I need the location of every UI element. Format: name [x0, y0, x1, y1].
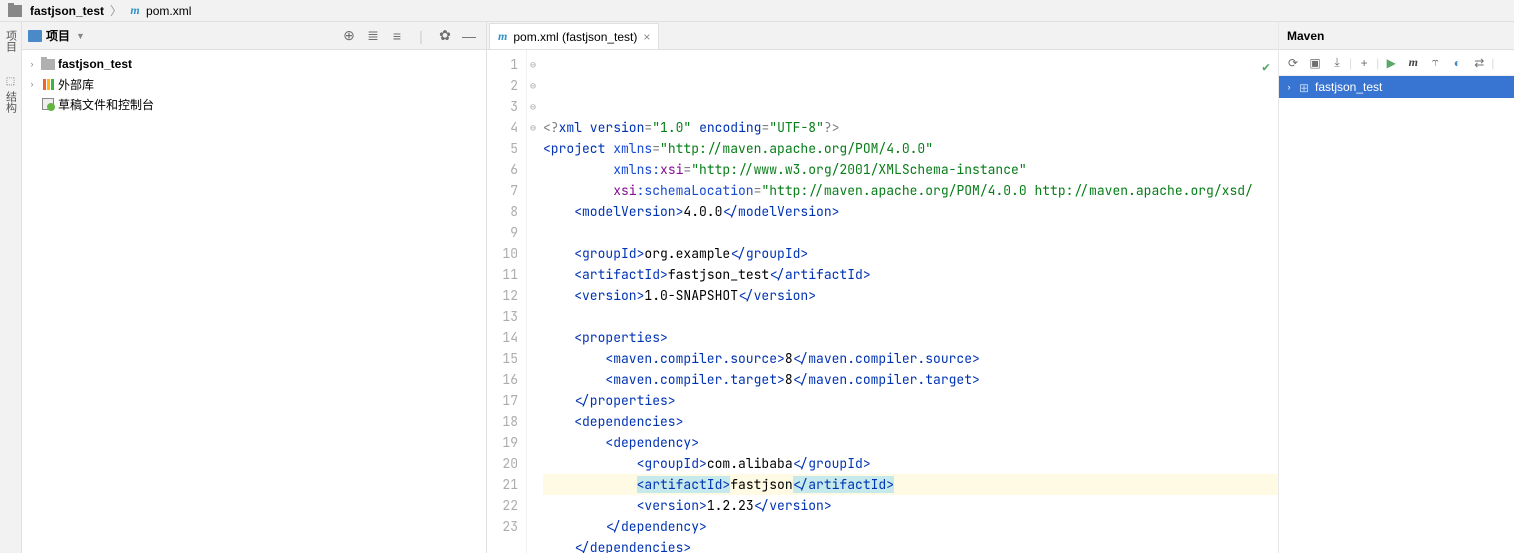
- offline-button[interactable]: ◐: [1447, 53, 1467, 73]
- maven-project-label: fastjson_test: [1315, 80, 1382, 94]
- check-icon[interactable]: ✔: [1262, 56, 1270, 77]
- show-deps-button[interactable]: ⇄: [1469, 53, 1489, 73]
- chevron-right-icon[interactable]: ›: [26, 79, 38, 89]
- run-button[interactable]: ▶: [1381, 53, 1401, 73]
- breadcrumb-file[interactable]: pom.xml: [146, 4, 191, 18]
- add-button[interactable]: +: [1354, 53, 1374, 73]
- chevron-right-icon: 〉: [110, 2, 122, 19]
- reload-button[interactable]: ⟳: [1283, 53, 1303, 73]
- tree-root[interactable]: › fastjson_test: [22, 54, 486, 74]
- tree-label: fastjson_test: [58, 57, 132, 71]
- tool-structure[interactable]: ⬚ 结构: [3, 72, 19, 117]
- editor-tabs: m pom.xml (fastjson_test) ×: [487, 22, 1278, 50]
- scratch-icon: [42, 98, 54, 110]
- toggle-skip-tests-button[interactable]: ⥾: [1425, 53, 1445, 73]
- tree-scratches[interactable]: 草稿文件和控制台: [22, 94, 486, 114]
- download-button[interactable]: ⤓: [1327, 53, 1347, 73]
- maven-file-icon: m: [128, 4, 142, 18]
- close-icon[interactable]: ×: [643, 30, 650, 44]
- tree-ext-libs[interactable]: › 外部库: [22, 74, 486, 94]
- maven-file-icon: m: [498, 29, 507, 44]
- chevron-right-icon[interactable]: ›: [1283, 82, 1295, 92]
- tool-project[interactable]: 项目: [3, 26, 19, 56]
- tab-label: pom.xml (fastjson_test): [513, 30, 637, 44]
- divider: |: [410, 25, 432, 47]
- project-icon: [28, 30, 42, 42]
- maven-panel-title: Maven: [1279, 22, 1514, 50]
- maven-panel: Maven ⟳ ▣ ⤓ | + | ▶ m ⥾ ◐ ⇄ | › ⊞ fastjs…: [1278, 22, 1514, 553]
- expand-all-button[interactable]: ≣: [362, 25, 384, 47]
- maven-module-icon: ⊞: [1299, 81, 1311, 93]
- generate-sources-button[interactable]: ▣: [1305, 53, 1325, 73]
- project-panel-title[interactable]: 项目: [46, 27, 70, 44]
- fold-column[interactable]: ⊖⊖⊖⊖: [527, 50, 539, 553]
- chevron-down-icon[interactable]: ▼: [76, 31, 85, 41]
- breadcrumb-project[interactable]: fastjson_test: [30, 4, 104, 18]
- project-panel: 项目 ▼ ⊕ ≣ ≡ | ✿ — › fastjson_test › 外部库: [22, 22, 487, 553]
- hide-button[interactable]: —: [458, 25, 480, 47]
- tree-label: 草稿文件和控制台: [58, 96, 154, 113]
- line-gutter[interactable]: 1234567891011121314151617181920212223: [487, 50, 527, 553]
- project-tree[interactable]: › fastjson_test › 外部库 草稿文件和控制台: [22, 50, 486, 553]
- tree-label: 外部库: [58, 76, 94, 93]
- settings-button[interactable]: ✿: [434, 25, 456, 47]
- maven-toolbar: ⟳ ▣ ⤓ | + | ▶ m ⥾ ◐ ⇄ |: [1279, 50, 1514, 76]
- breadcrumb: fastjson_test 〉 m pom.xml: [0, 0, 1514, 22]
- locate-button[interactable]: ⊕: [338, 25, 360, 47]
- tool-window-bar-left: 项目 ⬚ 结构: [0, 22, 22, 553]
- code-content[interactable]: ✔ <?xml version="1.0" encoding="UTF-8"?>…: [539, 50, 1278, 553]
- maven-project-node[interactable]: › ⊞ fastjson_test: [1279, 76, 1514, 98]
- execute-goal-button[interactable]: m: [1403, 53, 1423, 73]
- chevron-right-icon[interactable]: ›: [26, 59, 38, 69]
- project-panel-header: 项目 ▼ ⊕ ≣ ≡ | ✿ —: [22, 22, 486, 50]
- editor-tab-active[interactable]: m pom.xml (fastjson_test) ×: [489, 23, 659, 49]
- code-editor[interactable]: 1234567891011121314151617181920212223 ⊖⊖…: [487, 50, 1278, 553]
- folder-icon: [41, 59, 55, 70]
- editor-area: m pom.xml (fastjson_test) × 123456789101…: [487, 22, 1278, 553]
- folder-icon: [8, 5, 22, 17]
- library-icon: [43, 79, 54, 90]
- collapse-all-button[interactable]: ≡: [386, 25, 408, 47]
